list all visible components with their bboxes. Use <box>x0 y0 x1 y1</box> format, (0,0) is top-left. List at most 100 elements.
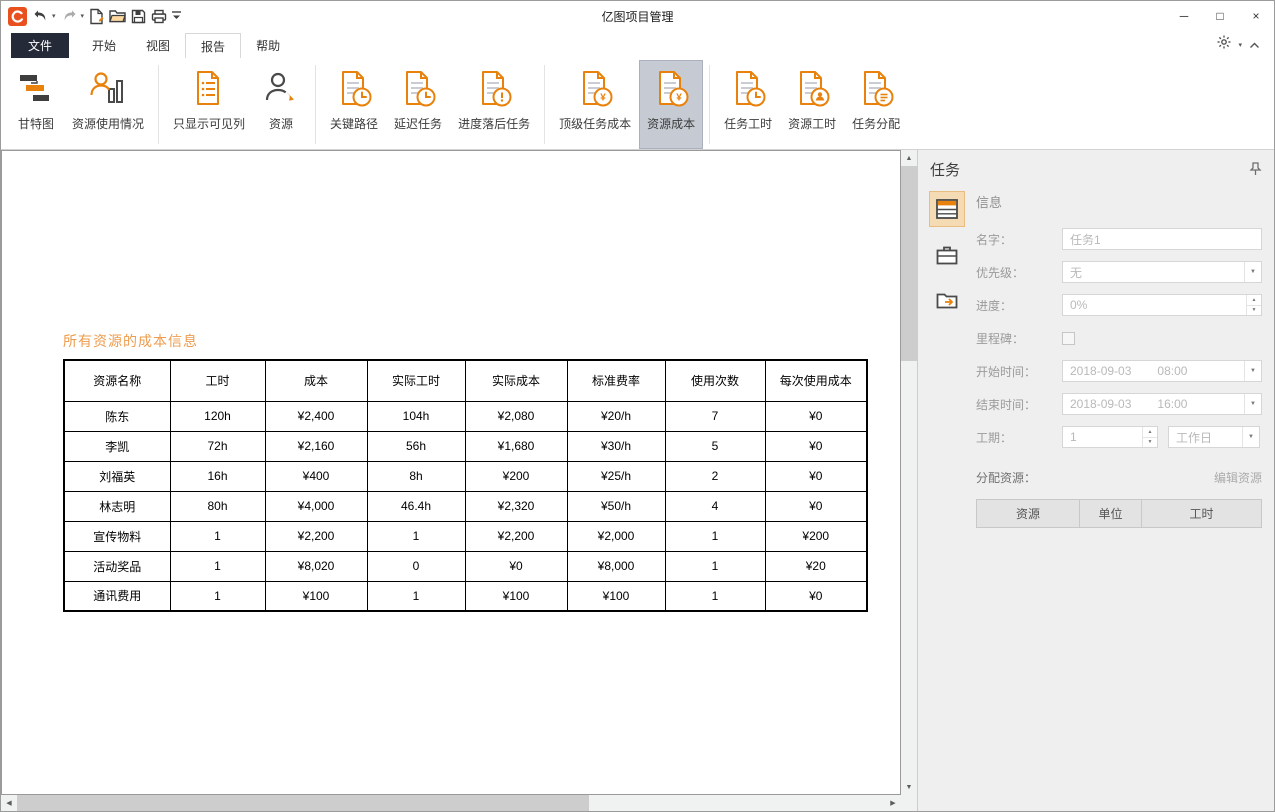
name-input[interactable]: 任务1 <box>1062 228 1262 250</box>
duration-spinner-buttons[interactable]: ▲▼ <box>1142 427 1157 447</box>
scroll-down-icon[interactable]: ▼ <box>901 779 917 795</box>
scrollbar-corner <box>901 795 917 811</box>
cost-table-cell: 李凯 <box>64 431 170 461</box>
cost-table-cell: 活动奖品 <box>64 551 170 581</box>
tab-帮助[interactable]: 帮助 <box>241 33 295 58</box>
cost-table-header-cell: 工时 <box>170 360 265 401</box>
ribbon-group: 关键路径延迟任务进度落后任务 <box>319 60 541 149</box>
tab-开始[interactable]: 开始 <box>77 33 131 58</box>
resource-tab-button[interactable] <box>930 238 964 272</box>
progress-spinner[interactable]: 0% ▲▼ <box>1062 294 1262 316</box>
progress-label: 进度： <box>976 297 1062 314</box>
ribbon-button-gantt[interactable]: 甘特图 <box>9 61 63 148</box>
cost-table-cell: ¥100 <box>265 581 367 611</box>
cost-table-cell: 7 <box>665 401 765 431</box>
minimize-button[interactable]: ─ <box>1166 2 1202 30</box>
close-button[interactable]: × <box>1238 2 1274 30</box>
resource-column-header[interactable]: 单位 <box>1080 500 1142 527</box>
progress-spinner-buttons[interactable]: ▲▼ <box>1246 295 1261 315</box>
settings-gear-icon[interactable] <box>1217 35 1231 54</box>
milestone-checkbox[interactable] <box>1062 332 1075 345</box>
ribbon-button-critical-path[interactable]: 关键路径 <box>323 61 385 148</box>
ribbon-group: 任务工时资源工时任务分配 <box>713 60 911 149</box>
cost-table-cell: ¥50/h <box>567 491 665 521</box>
cost-table-row: 李凯72h¥2,16056h¥1,680¥30/h5¥0 <box>64 431 867 461</box>
drawing-canvas[interactable]: 所有资源的成本信息 资源名称工时成本实际工时实际成本标准费率使用次数每次使用成本… <box>1 150 901 795</box>
resource-column-header[interactable]: 资源 <box>977 500 1080 527</box>
undo-caret-icon[interactable]: ▾ <box>52 12 56 20</box>
horizontal-scroll-thumb[interactable] <box>17 795 589 811</box>
duration-label: 工期： <box>976 429 1062 446</box>
duration-value: 1 <box>1070 430 1077 444</box>
task-hours-icon <box>728 68 768 108</box>
section-info-label: 信息 <box>976 192 1262 211</box>
behind-schedule-icon <box>474 68 514 108</box>
spinner-up-icon[interactable]: ▲ <box>1143 427 1157 438</box>
collapse-ribbon-icon[interactable] <box>1249 36 1260 54</box>
end-datetime-select[interactable]: 2018-09-03 16:00 ▼ <box>1062 393 1262 415</box>
edit-resources-link[interactable]: 编辑资源 <box>1214 469 1262 486</box>
undo-icon[interactable] <box>32 6 49 26</box>
ribbon-group: ¥顶级任务成本¥资源成本 <box>548 60 706 149</box>
spinner-down-icon[interactable]: ▼ <box>1247 306 1261 316</box>
cost-table-cell: 80h <box>170 491 265 521</box>
ribbon-button-delayed-tasks[interactable]: 延迟任务 <box>387 61 449 148</box>
tab-报告[interactable]: 报告 <box>185 33 241 58</box>
scroll-up-icon[interactable]: ▲ <box>901 150 917 166</box>
redo-icon[interactable] <box>61 6 78 26</box>
ribbon-button-behind-schedule[interactable]: 进度落后任务 <box>451 61 537 148</box>
duration-unit-select[interactable]: 工作日 ▼ <box>1168 426 1260 448</box>
cost-table-cell: 46.4h <box>367 491 465 521</box>
vertical-scroll-thumb[interactable] <box>901 166 917 361</box>
ribbon-button-resource[interactable]: 资源 <box>254 61 308 148</box>
ribbon-button-label: 进度落后任务 <box>458 115 530 132</box>
chevron-down-icon[interactable]: ▼ <box>1242 427 1259 447</box>
briefcase-icon <box>935 243 959 267</box>
ribbon-button-task-assign[interactable]: 任务分配 <box>845 61 907 148</box>
cost-table-cell: ¥0 <box>765 581 867 611</box>
cost-table-cell: ¥2,200 <box>265 521 367 551</box>
duration-spinner[interactable]: 1 ▲▼ <box>1062 426 1158 448</box>
ribbon-button-resource-usage[interactable]: 资源使用情况 <box>65 61 151 148</box>
chevron-down-icon[interactable]: ▼ <box>1244 361 1261 381</box>
task-info-tab-button[interactable] <box>930 192 964 226</box>
print-icon[interactable] <box>151 6 167 26</box>
horizontal-scrollbar[interactable]: ◀ ▶ <box>1 795 901 811</box>
cost-table-cell: ¥400 <box>265 461 367 491</box>
pin-icon[interactable] <box>1249 162 1262 176</box>
spinner-up-icon[interactable]: ▲ <box>1247 295 1261 306</box>
tab-file[interactable]: 文件 <box>11 33 69 58</box>
settings-caret-icon[interactable]: ▾ <box>1238 41 1242 49</box>
cost-table-cell: ¥2,160 <box>265 431 367 461</box>
resource-column-header[interactable]: 工时 <box>1142 500 1261 527</box>
maximize-button[interactable]: □ <box>1202 2 1238 30</box>
priority-select[interactable]: 无 ▼ <box>1062 261 1262 283</box>
start-datetime-select[interactable]: 2018-09-03 08:00 ▼ <box>1062 360 1262 382</box>
scroll-right-icon[interactable]: ▶ <box>885 795 901 811</box>
save-icon[interactable] <box>131 6 146 26</box>
spinner-down-icon[interactable]: ▼ <box>1143 438 1157 448</box>
export-tab-button[interactable] <box>930 284 964 318</box>
cost-table-header-cell: 每次使用成本 <box>765 360 867 401</box>
chevron-down-icon[interactable]: ▼ <box>1244 394 1261 414</box>
field-progress: 进度： 0% ▲▼ <box>976 294 1262 316</box>
ribbon-button-top-task-cost[interactable]: ¥顶级任务成本 <box>552 61 638 148</box>
field-milestone: 里程碑： <box>976 327 1262 349</box>
open-file-icon[interactable] <box>109 6 126 26</box>
ribbon-button-task-hours[interactable]: 任务工时 <box>717 61 779 148</box>
redo-caret-icon[interactable]: ▾ <box>81 12 85 20</box>
ribbon-group-separator <box>315 65 316 144</box>
tab-视图[interactable]: 视图 <box>131 33 185 58</box>
cost-table-cell: 0 <box>367 551 465 581</box>
customize-icon[interactable] <box>172 6 181 26</box>
vertical-scrollbar[interactable]: ▲ ▼ <box>901 150 917 795</box>
cost-table-header-cell: 标准费率 <box>567 360 665 401</box>
new-file-icon[interactable] <box>89 6 104 26</box>
chevron-down-icon[interactable]: ▼ <box>1244 262 1261 282</box>
scroll-left-icon[interactable]: ◀ <box>1 795 17 811</box>
ribbon-button-resource-cost[interactable]: ¥资源成本 <box>640 61 702 148</box>
ribbon-button-visible-columns[interactable]: 只显示可见列 <box>166 61 252 148</box>
svg-text:¥: ¥ <box>600 93 606 104</box>
ribbon-button-resource-hours[interactable]: 资源工时 <box>781 61 843 148</box>
name-label: 名字： <box>976 231 1062 248</box>
